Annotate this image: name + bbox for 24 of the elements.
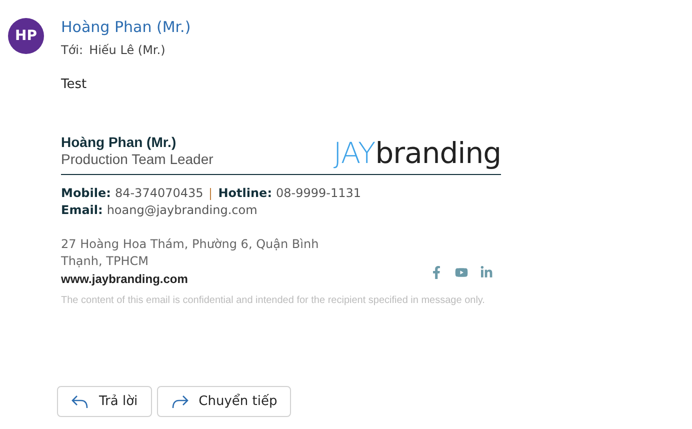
contact-value: 08-9999-1131 [276,185,362,202]
signature-title: Production Team Leader [61,150,214,168]
email-label: Email: [61,202,103,219]
facebook-icon[interactable] [430,266,443,278]
recipient-name[interactable]: Hiếu Lê (Mr.) [89,41,166,59]
message-body: Test [61,76,88,94]
contact-value: 84-374070435 [114,185,204,202]
forward-button[interactable]: Chuyển tiếp [156,386,292,417]
reply-button[interactable]: Trả lời [57,386,152,417]
address: 27 Hoàng Hoa Thám, Phường 6, Quận Bình Thạnh, TPHCM [61,236,320,270]
linkedin-icon[interactable] [480,266,493,278]
signature-name: Hoàng Phan (Mr.) [61,134,178,150]
email-value[interactable]: hoang@jaybranding.com [106,202,258,219]
forward-icon [170,394,189,408]
sender-name[interactable]: Hoàng Phan (Mr.) [61,17,501,37]
reply-icon [71,394,89,408]
contact-label: Mobile: [61,185,111,202]
youtube-icon[interactable] [455,266,468,278]
contact-label: Hotline: [218,185,272,202]
website-link[interactable]: www.jaybranding.com [61,270,188,288]
disclaimer: The content of this email is confidential and intended for the recipient specified in message only. [61,294,486,307]
company-logo: JAYbranding [333,138,501,168]
recipient-label: Tới: [61,42,84,59]
avatar: HP [8,18,44,54]
